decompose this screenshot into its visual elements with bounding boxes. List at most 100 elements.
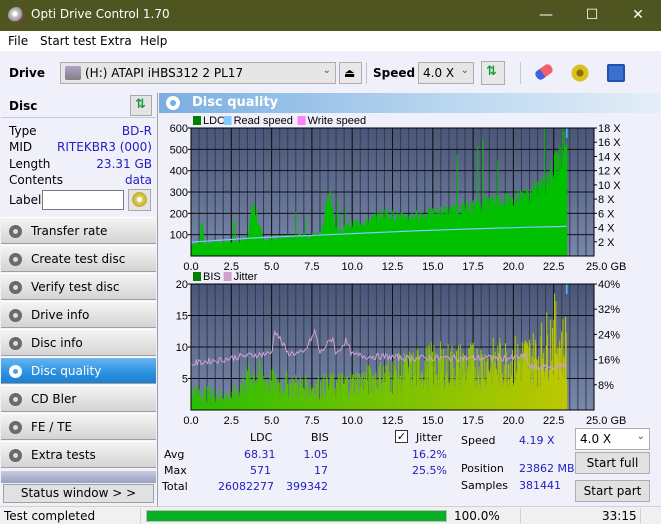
- refresh-icon: ⇅: [135, 97, 146, 112]
- disc-label-button[interactable]: [128, 189, 151, 211]
- minimize-button[interactable]: —: [523, 0, 569, 31]
- disc-icon: [9, 365, 22, 378]
- disc-icon: [9, 337, 22, 350]
- maximize-button[interactable]: ☐: [569, 0, 615, 31]
- y2-tick-label: 16%: [598, 355, 620, 367]
- disc-type-value: BD-R: [121, 124, 152, 138]
- toolbar-divider: [520, 62, 521, 84]
- nav-label: Drive info: [31, 308, 90, 322]
- menu-help[interactable]: Help: [140, 34, 167, 48]
- panel-header: Disc quality: [159, 93, 660, 113]
- x-tick-label: 10.0: [341, 415, 362, 427]
- nav-fe-te[interactable]: FE / TE: [1, 413, 156, 440]
- y2-tick-label: 18 X: [598, 123, 621, 135]
- close-button[interactable]: ✕: [615, 0, 661, 31]
- y-tick-label: 15: [176, 311, 188, 323]
- title-bar: Opti Drive Control 1.70 — ☐ ✕: [0, 0, 661, 31]
- start-full-button[interactable]: Start full: [575, 452, 650, 474]
- stats-header-bis: BIS: [311, 431, 329, 444]
- y2-tick-label: 2 X: [598, 237, 615, 249]
- disc-contents-key: Contents: [9, 173, 63, 187]
- disc-title: Disc: [9, 99, 38, 113]
- nav-cd-bler[interactable]: CD Bler: [1, 385, 156, 412]
- nav-label: Create test disc: [31, 252, 126, 266]
- disc-label-key: Label: [9, 193, 42, 207]
- nav-verify-test-disc[interactable]: Verify test disc: [1, 273, 156, 300]
- total-ldc: 26082277: [218, 480, 274, 493]
- legend-swatch: [193, 116, 201, 125]
- status-window-button[interactable]: Status window > >: [3, 484, 154, 503]
- x-tick-label: 7.5: [304, 415, 319, 427]
- y-tick-label: 100: [170, 230, 188, 242]
- disc-icon: [132, 192, 147, 207]
- status-divider: [520, 508, 521, 523]
- y2-tick-label: 10 X: [598, 180, 621, 192]
- x-tick-label: 12.5: [382, 415, 403, 427]
- y-tick-label: 5: [182, 374, 188, 386]
- status-divider: [640, 508, 641, 523]
- disc-icon: [9, 421, 22, 434]
- legend-label: Read speed: [234, 115, 293, 127]
- nav-disc-quality[interactable]: Disc quality: [1, 357, 156, 384]
- speed-select[interactable]: 4.0 X ⌄: [418, 62, 474, 84]
- max-bis: 17: [314, 464, 328, 477]
- eraser-icon: [533, 62, 555, 82]
- y2-tick-label: 4 X: [598, 223, 615, 235]
- nav-label: Disc quality: [31, 364, 102, 378]
- progress-label: 100.0%: [454, 509, 500, 523]
- stats-header-ldc: LDC: [250, 431, 273, 444]
- disc-length-row: Length 23.31 GB: [9, 157, 152, 173]
- menu-start-test[interactable]: Start test: [40, 34, 96, 48]
- disc-contents-value: data: [124, 173, 152, 187]
- progress-fill: [147, 511, 446, 521]
- toolbar: Drive (H:) ATAPI iHBS312 2 PL17 ⌄ ⏏ Spee…: [0, 51, 661, 93]
- y-tick-label: 10: [176, 342, 188, 354]
- nav-drive-info[interactable]: Drive info: [1, 301, 156, 328]
- menu-extra[interactable]: Extra: [100, 34, 132, 48]
- nav-transfer-rate[interactable]: Transfer rate: [1, 217, 156, 244]
- jitter-checkbox[interactable]: ✓: [395, 430, 408, 443]
- speed-stat-value: 4.19 X: [519, 434, 555, 447]
- disc-mid-value: RITEKBR3 (000): [57, 140, 152, 154]
- eject-button[interactable]: ⏏: [339, 62, 362, 84]
- legend-swatch: [193, 272, 201, 281]
- disc-icon: [9, 393, 22, 406]
- y2-tick-label: 24%: [598, 329, 620, 341]
- legend-swatch: [223, 116, 232, 125]
- disc-contents-row: Contents data: [9, 173, 152, 189]
- nav-label: Verify test disc: [31, 280, 120, 294]
- y2-tick-label: 8 X: [598, 194, 615, 206]
- y2-tick-label: 8%: [598, 380, 614, 392]
- drive-label: Drive: [9, 66, 45, 80]
- disc-label-input[interactable]: [42, 190, 124, 210]
- x-tick-label: 25.0 GB: [586, 415, 626, 427]
- disc-mid-key: MID: [9, 140, 33, 154]
- progress-bar: [146, 510, 447, 522]
- speed-stat-label: Speed: [461, 434, 496, 447]
- nav-extra-tests[interactable]: Extra tests: [1, 441, 156, 468]
- test-speed-select[interactable]: 4.0 X ⌄: [575, 428, 650, 450]
- status-divider: [140, 508, 141, 523]
- drive-select[interactable]: (H:) ATAPI iHBS312 2 PL17 ⌄: [60, 62, 336, 84]
- close-icon: ✕: [632, 7, 644, 23]
- avg-bis: 1.05: [303, 448, 329, 461]
- nav-disc-info[interactable]: Disc info: [1, 329, 156, 356]
- erase-button[interactable]: [533, 62, 555, 83]
- disc-length-key: Length: [9, 157, 51, 171]
- nav-label: CD Bler: [31, 392, 77, 406]
- start-part-button[interactable]: Start part: [575, 480, 650, 502]
- chevron-down-icon: ⌄: [322, 65, 331, 76]
- legend-swatch: [297, 116, 306, 125]
- nav-create-test-disc[interactable]: Create test disc: [1, 245, 156, 272]
- save-button[interactable]: [605, 62, 627, 84]
- max-ldc: 571: [250, 464, 271, 477]
- y-tick-label: 300: [170, 187, 188, 199]
- refresh-button[interactable]: ⇅: [481, 61, 505, 85]
- config-button[interactable]: [569, 62, 591, 84]
- disc-refresh-button[interactable]: ⇅: [130, 95, 152, 116]
- y2-tick-label: 12 X: [598, 166, 621, 178]
- y2-tick-label: 6 X: [598, 208, 615, 220]
- elapsed-time: 33:15: [602, 509, 637, 523]
- menu-file[interactable]: File: [8, 34, 28, 48]
- status-bar: Test completed 100.0% 33:15: [0, 506, 661, 524]
